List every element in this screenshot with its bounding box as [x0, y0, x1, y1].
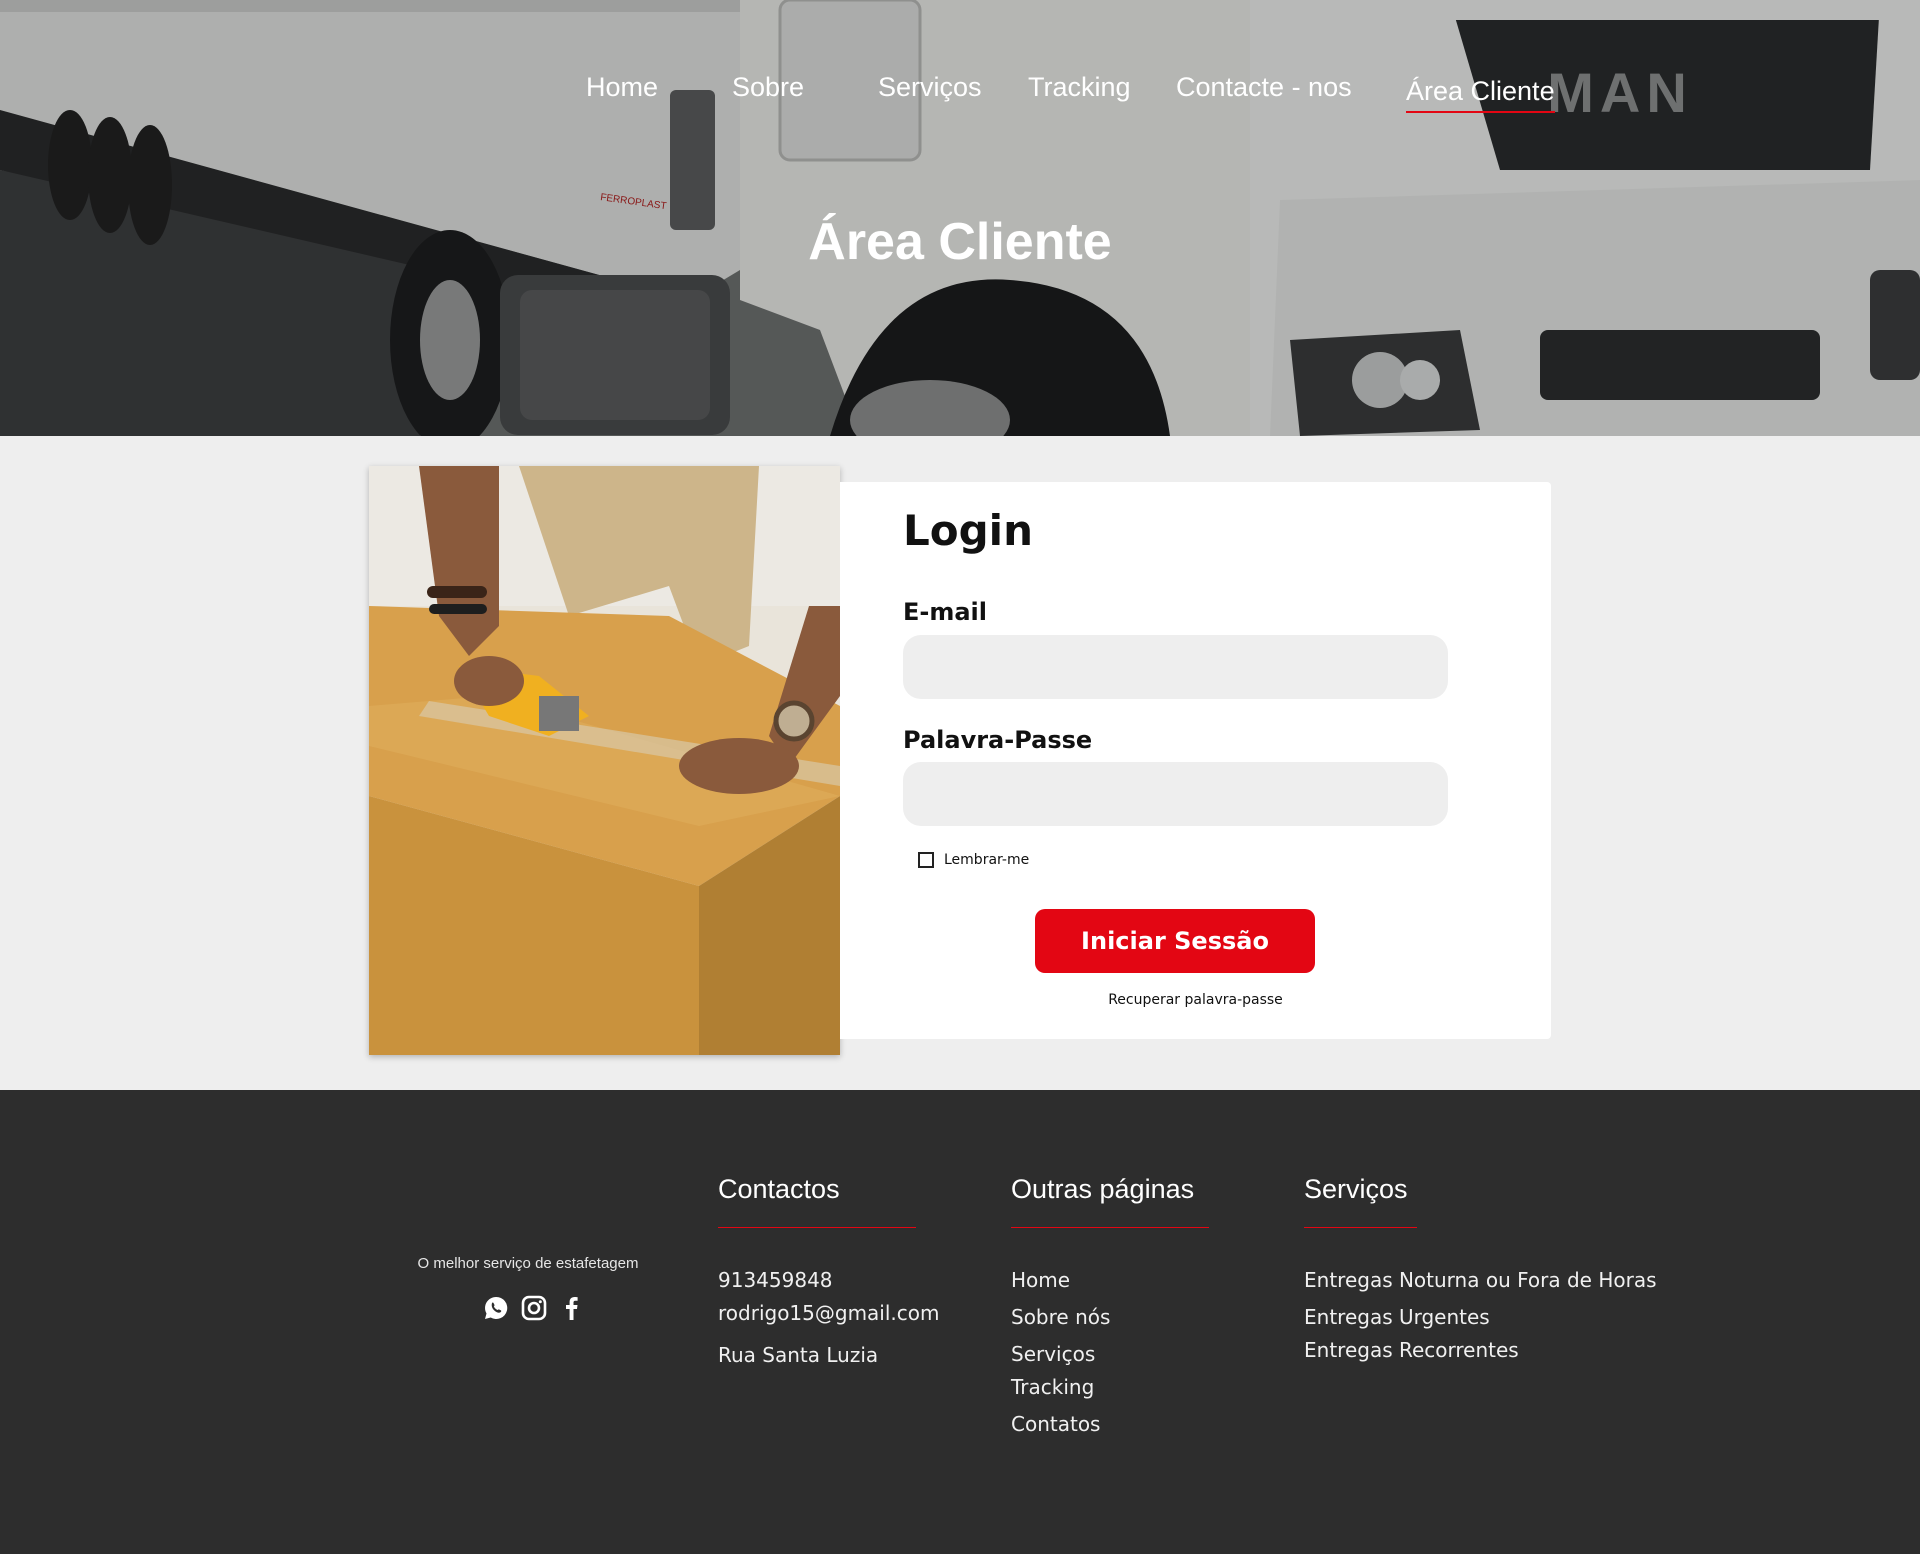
- email-field[interactable]: [903, 635, 1448, 699]
- recover-password-link[interactable]: Recuperar palavra-passe: [840, 992, 1551, 1008]
- nav-area-cliente[interactable]: Área Cliente: [1406, 76, 1555, 113]
- contact-email[interactable]: rodrigo15@gmail.com: [718, 1301, 940, 1325]
- login-section: Login E-mail Palavra-Passe Lembrar-me In…: [0, 436, 1920, 1090]
- contact-address: Rua Santa Luzia: [718, 1343, 879, 1367]
- divider: [1304, 1227, 1417, 1228]
- packing-box-illustration: [369, 466, 840, 1055]
- nav-contacte[interactable]: Contacte - nos: [1176, 72, 1352, 103]
- password-label: Palavra-Passe: [903, 726, 1093, 754]
- hero-banner: MAN FERROPLAST Home Sobre Serviços Track…: [0, 0, 1920, 436]
- footer-link-home[interactable]: Home: [1011, 1268, 1070, 1292]
- footer-services: Serviços Entregas Noturna ou Fora de Hor…: [1304, 1174, 1657, 1362]
- footer: O melhor serviço de estafetagem Contacto…: [0, 1090, 1920, 1554]
- main-nav: Home Sobre Serviços Tracking Contacte - …: [0, 72, 1920, 122]
- footer-contacts-title: Contactos: [718, 1174, 840, 1204]
- nav-sobre[interactable]: Sobre: [732, 72, 804, 103]
- footer-services-title: Serviços: [1304, 1174, 1408, 1204]
- contact-phone[interactable]: 913459848: [718, 1268, 833, 1292]
- service-item[interactable]: Entregas Noturna ou Fora de Horas: [1304, 1268, 1657, 1292]
- nav-home[interactable]: Home: [586, 72, 658, 103]
- service-item[interactable]: Entregas Recorrentes: [1304, 1338, 1519, 1362]
- footer-pages-title: Outras páginas: [1011, 1174, 1195, 1204]
- login-submit-button[interactable]: Iniciar Sessão: [1035, 909, 1315, 973]
- password-field[interactable]: [903, 762, 1448, 826]
- login-card: Login E-mail Palavra-Passe Lembrar-me In…: [840, 482, 1551, 1039]
- divider: [718, 1227, 916, 1228]
- remember-label: Lembrar-me: [944, 852, 1030, 868]
- footer-link-tracking[interactable]: Tracking: [1011, 1375, 1094, 1399]
- service-item[interactable]: Entregas Urgentes: [1304, 1305, 1490, 1329]
- social-links: [482, 1294, 586, 1322]
- footer-link-servicos[interactable]: Serviços: [1011, 1342, 1095, 1366]
- packing-box-image: [369, 466, 840, 1055]
- footer-pages: Outras páginas Home Sobre nós Serviços T…: [1011, 1174, 1211, 1436]
- remember-me[interactable]: Lembrar-me: [918, 852, 1029, 868]
- remember-checkbox[interactable]: [918, 852, 934, 868]
- facebook-icon[interactable]: [558, 1294, 586, 1322]
- divider: [1011, 1227, 1209, 1228]
- footer-link-sobre[interactable]: Sobre nós: [1011, 1305, 1110, 1329]
- whatsapp-icon[interactable]: [482, 1294, 510, 1322]
- email-label: E-mail: [903, 598, 988, 626]
- nav-tracking[interactable]: Tracking: [1028, 72, 1131, 103]
- footer-contacts: Contactos 913459848 rodrigo15@gmail.com …: [718, 1174, 940, 1367]
- login-title: Login: [903, 506, 1033, 555]
- footer-tagline: O melhor serviço de estafetagem: [417, 1255, 639, 1272]
- nav-servicos[interactable]: Serviços: [878, 72, 982, 103]
- page-title: Área Cliente: [0, 212, 1920, 272]
- instagram-icon[interactable]: [520, 1294, 548, 1322]
- footer-link-contatos[interactable]: Contatos: [1011, 1412, 1100, 1436]
- page-title-text: Área Cliente: [808, 213, 1112, 271]
